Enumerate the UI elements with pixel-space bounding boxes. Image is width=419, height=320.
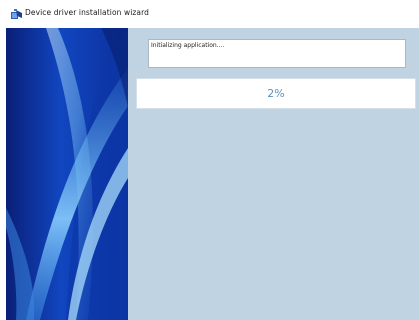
side-banner-image bbox=[6, 28, 128, 320]
installer-window: Device driver installation wizard Initia… bbox=[0, 0, 419, 320]
title-bar: Device driver installation wizard bbox=[0, 0, 419, 28]
status-message-box: Initializing application.... bbox=[148, 39, 406, 68]
installation-progress-bar: 2% bbox=[136, 78, 416, 109]
progress-percent-label: 2% bbox=[267, 87, 285, 100]
status-message: Initializing application.... bbox=[151, 42, 225, 49]
wizard-client-area: Initializing application.... 2% bbox=[6, 28, 419, 320]
installer-app-icon bbox=[11, 9, 22, 19]
wizard-content-panel: Initializing application.... 2% bbox=[128, 28, 419, 320]
window-title: Device driver installation wizard bbox=[25, 8, 150, 17]
